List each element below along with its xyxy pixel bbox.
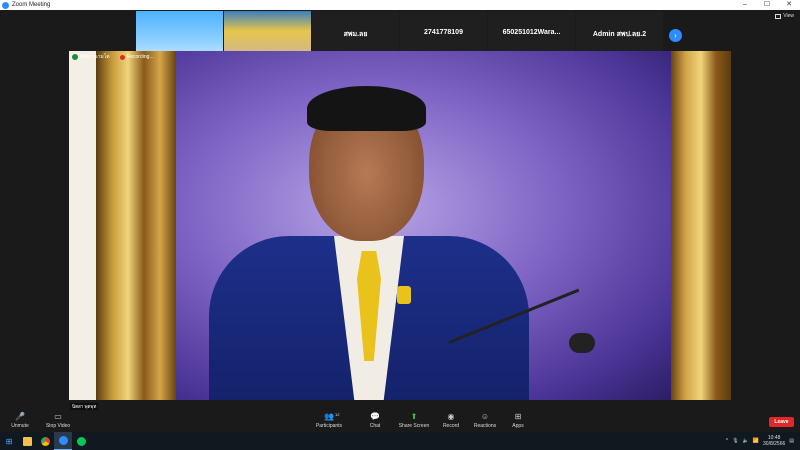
grid-icon (775, 13, 782, 19)
window-title: Zoom Meeting (12, 2, 51, 8)
unmute-button[interactable]: 🎤 Unmute (8, 412, 32, 429)
view-button[interactable]: View (775, 13, 794, 19)
speaker-name-tag: นิตสา พุดพุท (70, 403, 99, 410)
picture-frame (96, 51, 176, 400)
microphone-icon (569, 333, 595, 353)
apps-icon: ⊞ (514, 412, 522, 421)
host-avatar-icon (72, 54, 78, 60)
leave-button[interactable]: Leave (769, 417, 794, 427)
maximize-button[interactable]: ☐ (756, 0, 778, 10)
meeting-toolbar: 🎤 Unmute ▭ Stop Video 👥 12 Participants … (0, 410, 800, 432)
chat-button[interactable]: 💬 Chat (364, 412, 386, 429)
record-icon: ◉ (447, 412, 455, 421)
chevron-up-icon[interactable]: ^ (726, 438, 728, 444)
zoom-logo-icon (2, 1, 9, 9)
apps-button[interactable]: ⊞ Apps (508, 412, 528, 429)
chat-icon: 💬 (370, 412, 380, 421)
main-speaker-video (69, 51, 731, 400)
picture-frame (671, 51, 731, 400)
share-screen-icon: ⬆ (410, 412, 418, 421)
file-explorer-icon[interactable] (18, 432, 36, 450)
minimize-button[interactable]: – (734, 0, 756, 10)
microphone-tray-icon[interactable]: 🎙 (732, 438, 738, 444)
zoom-taskbar-icon[interactable] (54, 432, 72, 450)
recording-icon (119, 54, 125, 60)
reactions-icon: ☺ (480, 412, 490, 421)
share-screen-button[interactable]: ⬆ Share Screen (398, 412, 430, 429)
close-button[interactable]: ✕ (778, 0, 800, 10)
host-label: พนิดา นามโต Recording... (72, 53, 154, 61)
chrome-icon[interactable] (36, 432, 54, 450)
view-label: View (783, 13, 794, 19)
system-tray: ^ 🎙 🔈 📶 10:48 30/8/2566 ▤ (726, 432, 794, 450)
stop-video-button[interactable]: ▭ Stop Video (42, 412, 74, 429)
participant-name: สพม.ลย (343, 31, 368, 38)
window-titlebar: Zoom Meeting – ☐ ✕ (0, 0, 800, 10)
windows-taskbar: ⊞ ^ 🎙 🔈 📶 10:48 30/8/2566 ▤ (0, 432, 800, 450)
participant-name: Admin สพป.ลย.2 (592, 31, 647, 38)
notification-icon[interactable]: ▤ (789, 438, 794, 444)
network-icon[interactable]: 📶 (753, 438, 759, 444)
speaker-icon[interactable]: 🔈 (743, 438, 749, 444)
windows-start-icon[interactable]: ⊞ (0, 432, 18, 450)
reactions-button[interactable]: ☺ Reactions (471, 412, 499, 429)
participants-button[interactable]: 👥 12 Participants (313, 412, 345, 429)
participants-count: 12 (335, 412, 340, 417)
window-controls: – ☐ ✕ (734, 0, 800, 10)
speaker-figure (209, 86, 529, 400)
participant-name: 650251012Wara... (502, 29, 561, 36)
mic-muted-icon: 🎤 (15, 412, 25, 421)
video-camera-icon: ▭ (54, 412, 62, 421)
participant-name: 2741778109 (424, 29, 463, 36)
recording-label: Recording... (126, 54, 154, 60)
record-button[interactable]: ◉ Record (440, 412, 462, 429)
line-app-icon[interactable] (72, 432, 90, 450)
taskbar-clock[interactable]: 10:48 30/8/2566 (763, 435, 785, 447)
next-page-arrow-icon[interactable]: › (669, 29, 682, 42)
participants-icon: 👥 (324, 412, 334, 421)
